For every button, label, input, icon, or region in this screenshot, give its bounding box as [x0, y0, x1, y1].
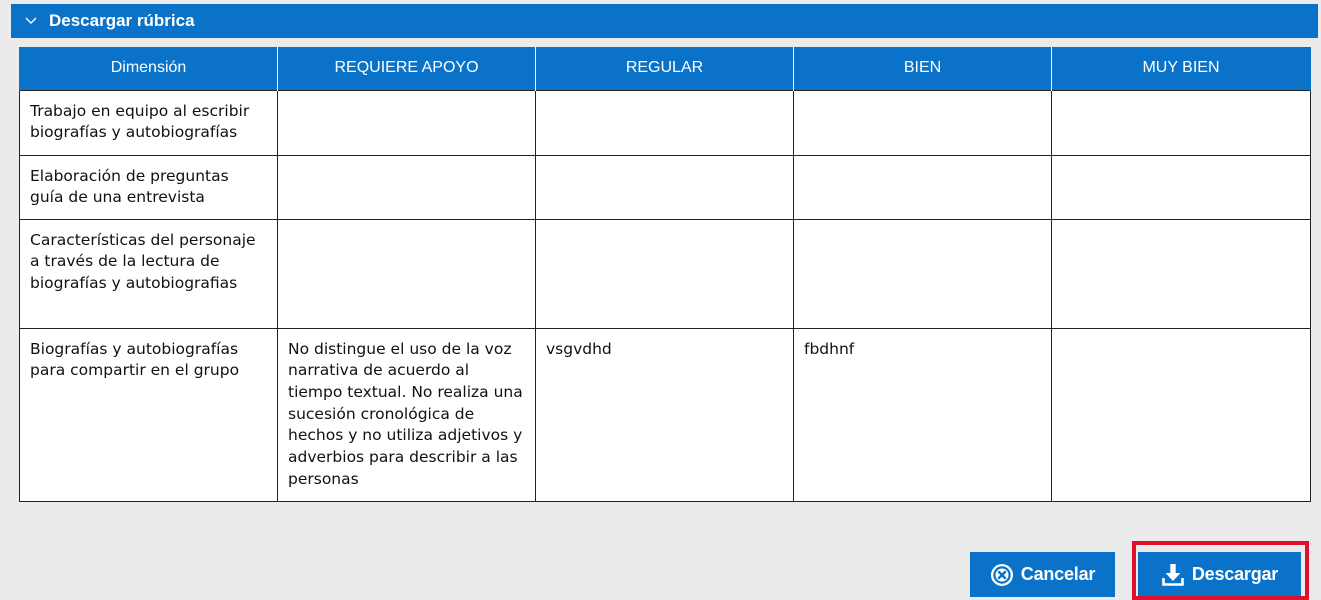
bien-cell — [793, 154, 1052, 220]
header-dimension: Dimensión — [19, 47, 278, 90]
table-row: Elaboración de preguntas guía de una ent… — [19, 154, 1311, 220]
requiere-apoyo-cell — [277, 89, 536, 156]
table-row: Trabajo en equipo al escribir biografías… — [19, 89, 1311, 156]
panel-title: Descargar rúbrica — [49, 11, 195, 30]
table-header-row: Dimensión REQUIERE APOYO REGULAR BIEN MU… — [19, 47, 1311, 90]
rubric-table: Dimensión REQUIERE APOYO REGULAR BIEN MU… — [19, 47, 1311, 502]
muy-bien-cell — [1051, 218, 1311, 329]
header-muy-bien: MUY BIEN — [1051, 47, 1311, 90]
bien-cell — [793, 218, 1052, 329]
rubric-panel-header[interactable]: Descargar rúbrica — [11, 4, 1318, 38]
requiere-apoyo-cell: No distingue el uso de la voz narrativa … — [277, 327, 536, 502]
close-circle-icon — [990, 563, 1014, 587]
header-bien: BIEN — [793, 47, 1052, 90]
download-icon — [1161, 563, 1185, 587]
dimension-cell: Elaboración de preguntas guía de una ent… — [19, 154, 278, 220]
download-button[interactable]: Descargar — [1138, 552, 1301, 597]
requiere-apoyo-cell — [277, 154, 536, 220]
dimension-cell: Características del personaje a través d… — [19, 218, 278, 329]
bien-cell: fbdhnf — [793, 327, 1052, 502]
chevron-down-icon[interactable] — [23, 13, 39, 29]
cancel-button[interactable]: Cancelar — [970, 552, 1115, 597]
header-requiere-apoyo: REQUIERE APOYO — [277, 47, 536, 90]
cancel-button-label: Cancelar — [1020, 564, 1096, 584]
download-button-label: Descargar — [1191, 564, 1279, 584]
table-row: Características del personaje a través d… — [19, 218, 1311, 329]
regular-cell — [535, 218, 794, 329]
dimension-cell: Biografías y autobiografías para compart… — [19, 327, 278, 502]
header-regular: REGULAR — [535, 47, 794, 90]
regular-cell — [535, 154, 794, 220]
muy-bien-cell — [1051, 327, 1311, 502]
muy-bien-cell — [1051, 89, 1311, 156]
dimension-cell: Trabajo en equipo al escribir biografías… — [19, 89, 278, 156]
muy-bien-cell — [1051, 154, 1311, 220]
regular-cell — [535, 89, 794, 156]
regular-cell: vsgvdhd — [535, 327, 794, 502]
requiere-apoyo-cell — [277, 218, 536, 329]
table-row: Biografías y autobiografías para compart… — [19, 327, 1311, 502]
bien-cell — [793, 89, 1052, 156]
